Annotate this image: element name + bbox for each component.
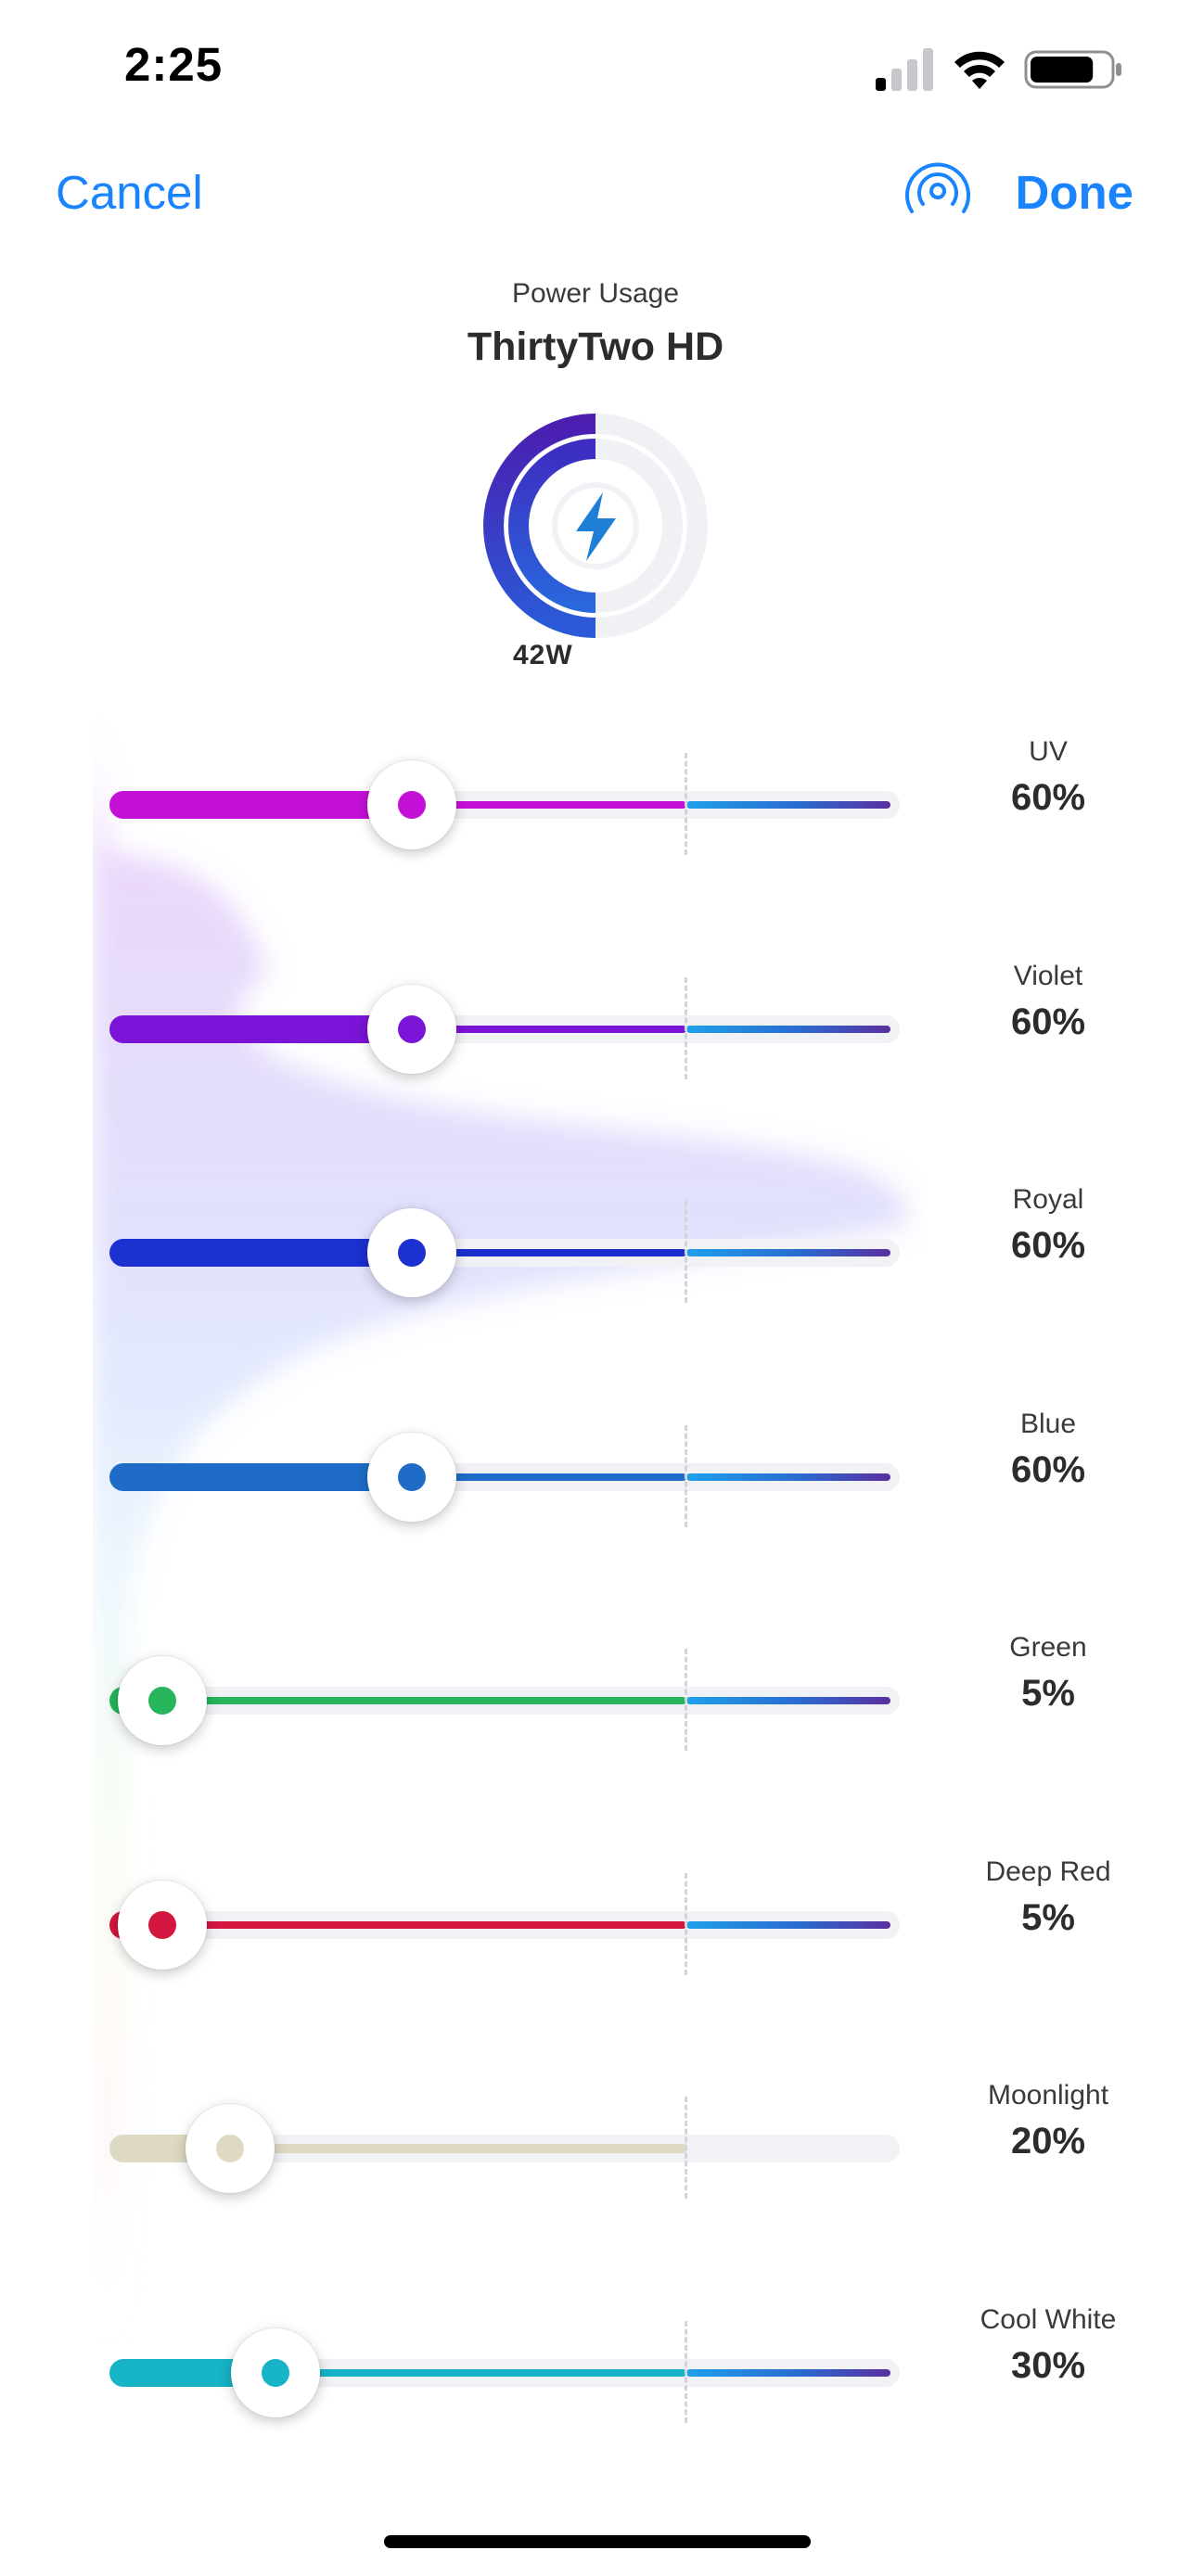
cellular-signal-icon bbox=[876, 48, 933, 91]
slider-thumb[interactable] bbox=[367, 760, 456, 849]
channel-row: Violet 60% bbox=[0, 961, 1191, 1085]
slider-range-line bbox=[161, 1697, 686, 1704]
slider-thumb-dot bbox=[262, 2358, 289, 2387]
channel-value: 5% bbox=[1021, 1896, 1075, 1938]
slider-boost-range bbox=[686, 2368, 890, 2377]
channel-name: Blue bbox=[1019, 1408, 1077, 1439]
channel-name: Green bbox=[1009, 1632, 1087, 1663]
channel-row: Deep Red 5% bbox=[0, 1856, 1191, 1981]
channel-value: 60% bbox=[1010, 1448, 1086, 1490]
slider-100-marker bbox=[685, 1872, 687, 1975]
channel-row: Cool White 30% bbox=[0, 2304, 1191, 2429]
channel-value: 60% bbox=[1010, 777, 1086, 818]
status-time: 2:25 bbox=[124, 38, 224, 91]
slider-thumb[interactable] bbox=[367, 1208, 456, 1297]
channel-name: Moonlight bbox=[987, 2080, 1109, 2111]
power-usage-label: Power Usage bbox=[511, 278, 680, 309]
slider-100-marker bbox=[685, 976, 687, 1079]
slider-thumb[interactable] bbox=[367, 1432, 456, 1522]
slider-100-marker bbox=[685, 1649, 687, 1751]
slider-100-marker bbox=[685, 2320, 687, 2423]
channel-name: Cool White bbox=[980, 2303, 1117, 2335]
done-button[interactable]: Done bbox=[1016, 165, 1134, 220]
channel-row: Blue 60% bbox=[0, 1409, 1191, 1533]
channel-name: Violet bbox=[1013, 960, 1083, 991]
channel-name: UV bbox=[1029, 736, 1068, 767]
slider-thumb-dot bbox=[398, 791, 426, 819]
cancel-button[interactable]: Cancel bbox=[56, 165, 203, 220]
channel-value: 5% bbox=[1021, 1673, 1075, 1714]
slider-boost-range bbox=[686, 801, 890, 809]
slider-thumb-dot bbox=[216, 2135, 244, 2162]
slider-boost-range bbox=[686, 1697, 890, 1704]
channel-value: 30% bbox=[1010, 2344, 1086, 2386]
slider-thumb[interactable] bbox=[231, 2327, 320, 2417]
wifi-icon bbox=[954, 51, 1005, 89]
slider-thumb-dot bbox=[398, 1014, 426, 1043]
slider-thumb[interactable] bbox=[117, 1880, 207, 1970]
slider-100-marker bbox=[685, 1424, 687, 1527]
channel-row: Green 5% bbox=[0, 1632, 1191, 1756]
broadcast-icon bbox=[905, 162, 970, 213]
status-bar: 2:25 bbox=[0, 0, 1191, 139]
slider-range-line bbox=[161, 1920, 686, 1929]
channel-row: Royal 60% bbox=[0, 1184, 1191, 1308]
slider-thumb-dot bbox=[398, 1462, 426, 1491]
slider-thumb[interactable] bbox=[367, 984, 456, 1074]
channel-value: 20% bbox=[1010, 2121, 1086, 2162]
channel-name: Royal bbox=[1012, 1184, 1084, 1215]
broadcast-button[interactable] bbox=[904, 158, 971, 224]
slider-100-marker bbox=[685, 753, 687, 855]
slider-thumb[interactable] bbox=[117, 1656, 207, 1745]
channel-row: Moonlight 20% bbox=[0, 2080, 1191, 2204]
slider-boost-range bbox=[686, 1025, 890, 1033]
slider-range-line bbox=[275, 2368, 686, 2377]
slider-thumb-dot bbox=[398, 1239, 426, 1267]
slider-thumb-dot bbox=[147, 1687, 176, 1715]
gauge-watts-label: 42W bbox=[513, 640, 573, 670]
slider-thumb[interactable] bbox=[186, 2104, 275, 2193]
device-name: ThirtyTwo HD bbox=[467, 325, 724, 369]
slider-100-marker bbox=[685, 2097, 687, 2199]
power-gauge bbox=[483, 414, 708, 638]
slider-100-marker bbox=[685, 1201, 687, 1303]
slider-range-line bbox=[230, 2144, 686, 2153]
channel-name: Deep Red bbox=[985, 1855, 1111, 1887]
slider-boost-range bbox=[686, 1920, 890, 1929]
slider-thumb-dot bbox=[147, 1910, 176, 1939]
battery-icon bbox=[1024, 50, 1121, 89]
status-icons bbox=[876, 46, 1126, 93]
channel-value: 60% bbox=[1010, 1001, 1086, 1042]
slider-boost-range bbox=[686, 1473, 890, 1481]
home-indicator[interactable] bbox=[384, 2535, 811, 2548]
channel-value: 60% bbox=[1010, 1225, 1086, 1266]
slider-boost-range bbox=[686, 1249, 890, 1256]
channel-row: UV 60% bbox=[0, 736, 1191, 861]
